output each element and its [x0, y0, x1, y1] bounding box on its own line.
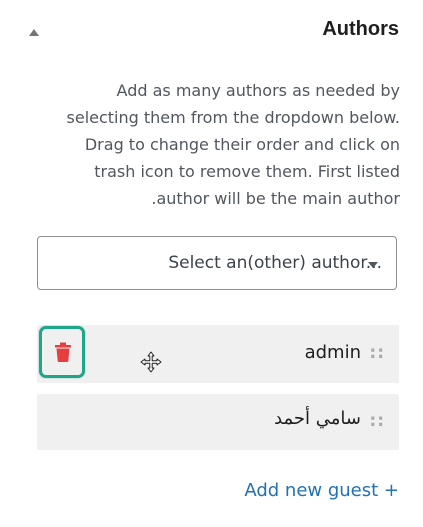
add-new-guest-link[interactable]: Add new guest +: [244, 480, 399, 501]
author-row[interactable]: admin ::: [37, 325, 399, 383]
trash-icon: [55, 342, 71, 362]
panel-title: Authors: [322, 18, 399, 40]
caret-down-icon: [368, 262, 378, 268]
select-placeholder: Select an(other) author...: [168, 253, 382, 273]
triangle-up-icon: [29, 28, 39, 36]
panel-header: Authors: [0, 0, 423, 62]
author-name: admin: [304, 342, 361, 363]
panel-description: Add as many authors as needed by selecti…: [66, 81, 400, 208]
drag-handle[interactable]: ::: [369, 411, 385, 431]
collapse-toggle[interactable]: [24, 22, 44, 42]
author-row[interactable]: سامي أحمد ::: [37, 394, 399, 450]
drag-handle[interactable]: ::: [369, 343, 385, 363]
authors-panel: Authors Add as many authors as needed by…: [0, 0, 423, 527]
move-cursor-icon: [140, 351, 162, 373]
author-name: سامي أحمد: [274, 408, 361, 429]
remove-author-button[interactable]: [39, 326, 85, 378]
author-select-dropdown[interactable]: Select an(other) author...: [37, 236, 397, 290]
